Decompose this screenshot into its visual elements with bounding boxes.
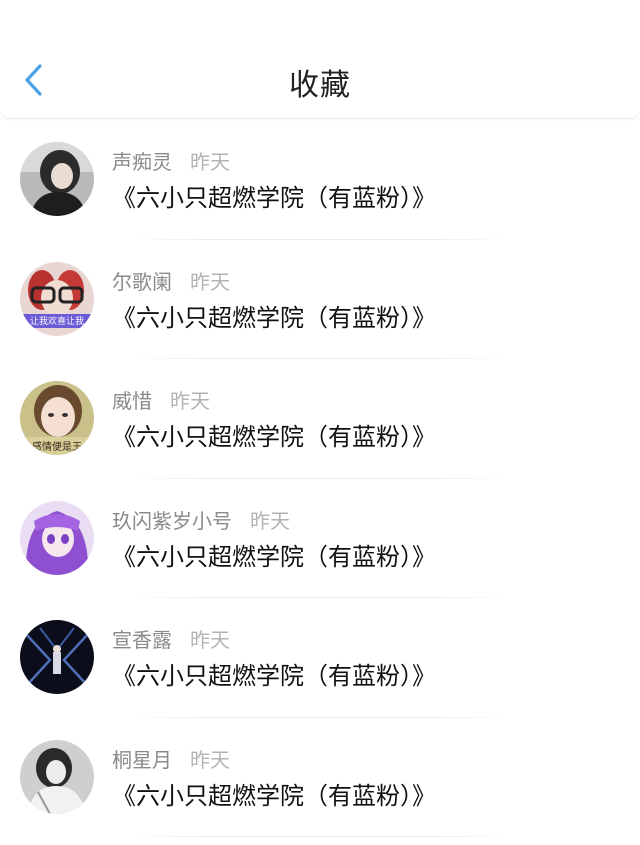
item-meta: 玖闪紫岁小号 昨天 <box>112 505 290 534</box>
timestamp: 昨天 <box>190 747 230 772</box>
avatar <box>20 739 94 814</box>
item-title: 《六小只超燃学院（有蓝粉）》 <box>112 423 436 451</box>
avatar: 感情便是王 <box>20 381 94 455</box>
list-item[interactable]: 玖闪紫岁小号 昨天 《六小只超燃学院（有蓝粉）》 <box>0 479 640 598</box>
item-title: 《六小只超燃学院（有蓝粉）》 <box>112 662 436 690</box>
avatar: 让我欢喜让我 <box>20 261 94 336</box>
item-title: 《六小只超燃学院（有蓝粉）》 <box>112 303 436 332</box>
author-name: 玖闪紫岁小号 <box>112 508 232 533</box>
author-name: 桐星月 <box>112 747 172 772</box>
timestamp: 昨天 <box>190 269 230 294</box>
item-meta: 威惜 昨天 <box>112 385 210 414</box>
item-title: 《六小只超燃学院（有蓝粉）》 <box>112 781 436 810</box>
author-name: 宣香露 <box>112 628 172 652</box>
list-item[interactable]: 让我欢喜让我 尔歌阑 昨天 《六小只超燃学院（有蓝粉）》 <box>0 240 640 359</box>
item-meta: 尔歌阑 昨天 <box>112 266 230 295</box>
timestamp: 昨天 <box>250 508 290 533</box>
author-name: 尔歌阑 <box>112 269 172 294</box>
avatar <box>20 500 94 575</box>
avatar <box>20 620 94 694</box>
timestamp: 昨天 <box>190 150 230 174</box>
list-item[interactable]: 感情便是王 威惜 昨天 《六小只超燃学院（有蓝粉）》 <box>0 359 640 479</box>
avatar-caption: 感情便是王 <box>32 440 82 453</box>
list-item[interactable]: 桐星月 昨天 《六小只超燃学院（有蓝粉）》 <box>0 718 640 837</box>
avatar <box>20 142 94 216</box>
timestamp: 昨天 <box>190 628 230 652</box>
favorites-list: 声痴灵 昨天 《六小只超燃学院（有蓝粉）》 让我欢喜让我 尔歌阑 昨天 《六小只超燃… <box>0 120 640 837</box>
author-name: 声痴灵 <box>112 150 172 174</box>
timestamp: 昨天 <box>170 389 210 413</box>
list-item[interactable]: 声痴灵 昨天 《六小只超燃学院（有蓝粉）》 <box>0 120 640 240</box>
author-name: 威惜 <box>112 389 152 413</box>
item-meta: 宣香露 昨天 <box>112 624 230 653</box>
nav-header: 收藏 <box>0 0 640 119</box>
divider <box>130 836 510 837</box>
item-meta: 桐星月 昨天 <box>112 744 230 773</box>
list-item[interactable]: 宣香露 昨天 《六小只超燃学院（有蓝粉）》 <box>0 598 640 718</box>
item-title: 《六小只超燃学院（有蓝粉）》 <box>112 542 436 571</box>
item-title: 《六小只超燃学院（有蓝粉）》 <box>112 184 436 212</box>
item-meta: 声痴灵 昨天 <box>112 146 230 175</box>
avatar-caption: 让我欢喜让我 <box>30 315 84 327</box>
page-title: 收藏 <box>289 68 351 103</box>
